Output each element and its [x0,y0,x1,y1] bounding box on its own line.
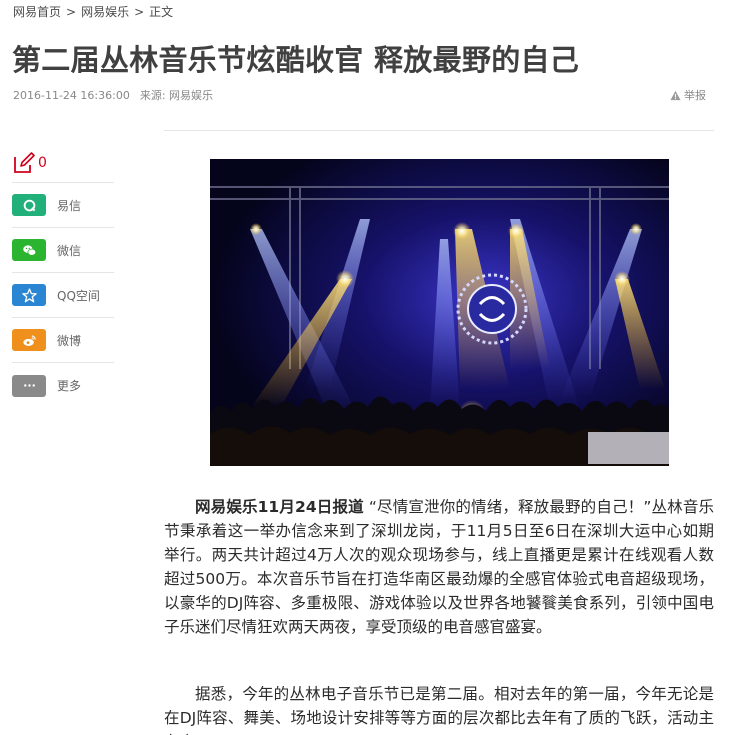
share-label-more: 更多 [57,379,82,393]
breadcrumb-section-link[interactable]: 网易娱乐 [81,5,129,19]
paragraph-1-text: “尽情宣泄你的情绪，释放最野的自己！”丛林音乐节秉承着这一举办信念来到了深圳龙岗… [164,498,714,636]
warning-icon [670,90,681,100]
breadcrumb-separator: > [134,5,145,19]
breadcrumb-current: 正文 [149,5,174,19]
more-icon [12,374,46,397]
share-qzone-button[interactable]: QQ空间 [12,273,114,318]
article-meta: 2016-11-24 16:36:00 来源: 网易娱乐 [13,87,213,103]
article-paragraph-1: 网易娱乐11月24日报道 “尽情宣泄你的情绪，释放最野的自己！”丛林音乐节秉承着… [164,495,714,639]
share-yixin-button[interactable]: 易信 [12,183,114,228]
article-title: 第二届丛林音乐节炫酷收官 释放最野的自己 [12,43,580,77]
comment-count: 0 [38,154,47,171]
share-wechat-button[interactable]: 微信 [12,228,114,273]
share-label-yixin: 易信 [57,198,82,213]
comment-edit-icon [14,151,35,173]
comment-button[interactable]: 0 [12,143,114,183]
share-label-qzone: QQ空间 [57,288,100,303]
breadcrumb: 网易首页 > 网易娱乐 > 正文 [13,3,173,20]
lead-source: 网易娱乐11月24日报道 [195,498,364,516]
share-sidebar: 0 易信 微信 QQ空间 微博 更多 [12,143,114,408]
report-label: 举报 [684,89,706,102]
share-weibo-button[interactable]: 微博 [12,318,114,363]
share-more-button[interactable]: 更多 [12,363,114,408]
weibo-icon [12,329,46,351]
share-label-wechat: 微信 [57,243,82,258]
yixin-icon [12,194,46,216]
article-paragraph-2: 据悉，今年的丛林电子音乐节已是第二届。相对去年的第一届，今年无论是在DJ阵容、舞… [164,682,714,735]
article-photo [210,159,669,466]
publish-date: 2016-11-24 16:36:00 [13,89,130,102]
breadcrumb-home-link[interactable]: 网易首页 [13,5,61,19]
article-source[interactable]: 来源: 网易娱乐 [140,89,213,102]
paragraph-2-text: 据悉，今年的丛林电子音乐节已是第二届。相对去年的第一届，今年无论是在DJ阵容、舞… [164,685,714,735]
qzone-icon [12,284,46,306]
report-button[interactable]: 举报 [670,87,706,103]
breadcrumb-separator: > [66,5,77,19]
header-divider [164,130,714,131]
share-label-weibo: 微博 [57,333,82,348]
wechat-icon [12,239,46,261]
